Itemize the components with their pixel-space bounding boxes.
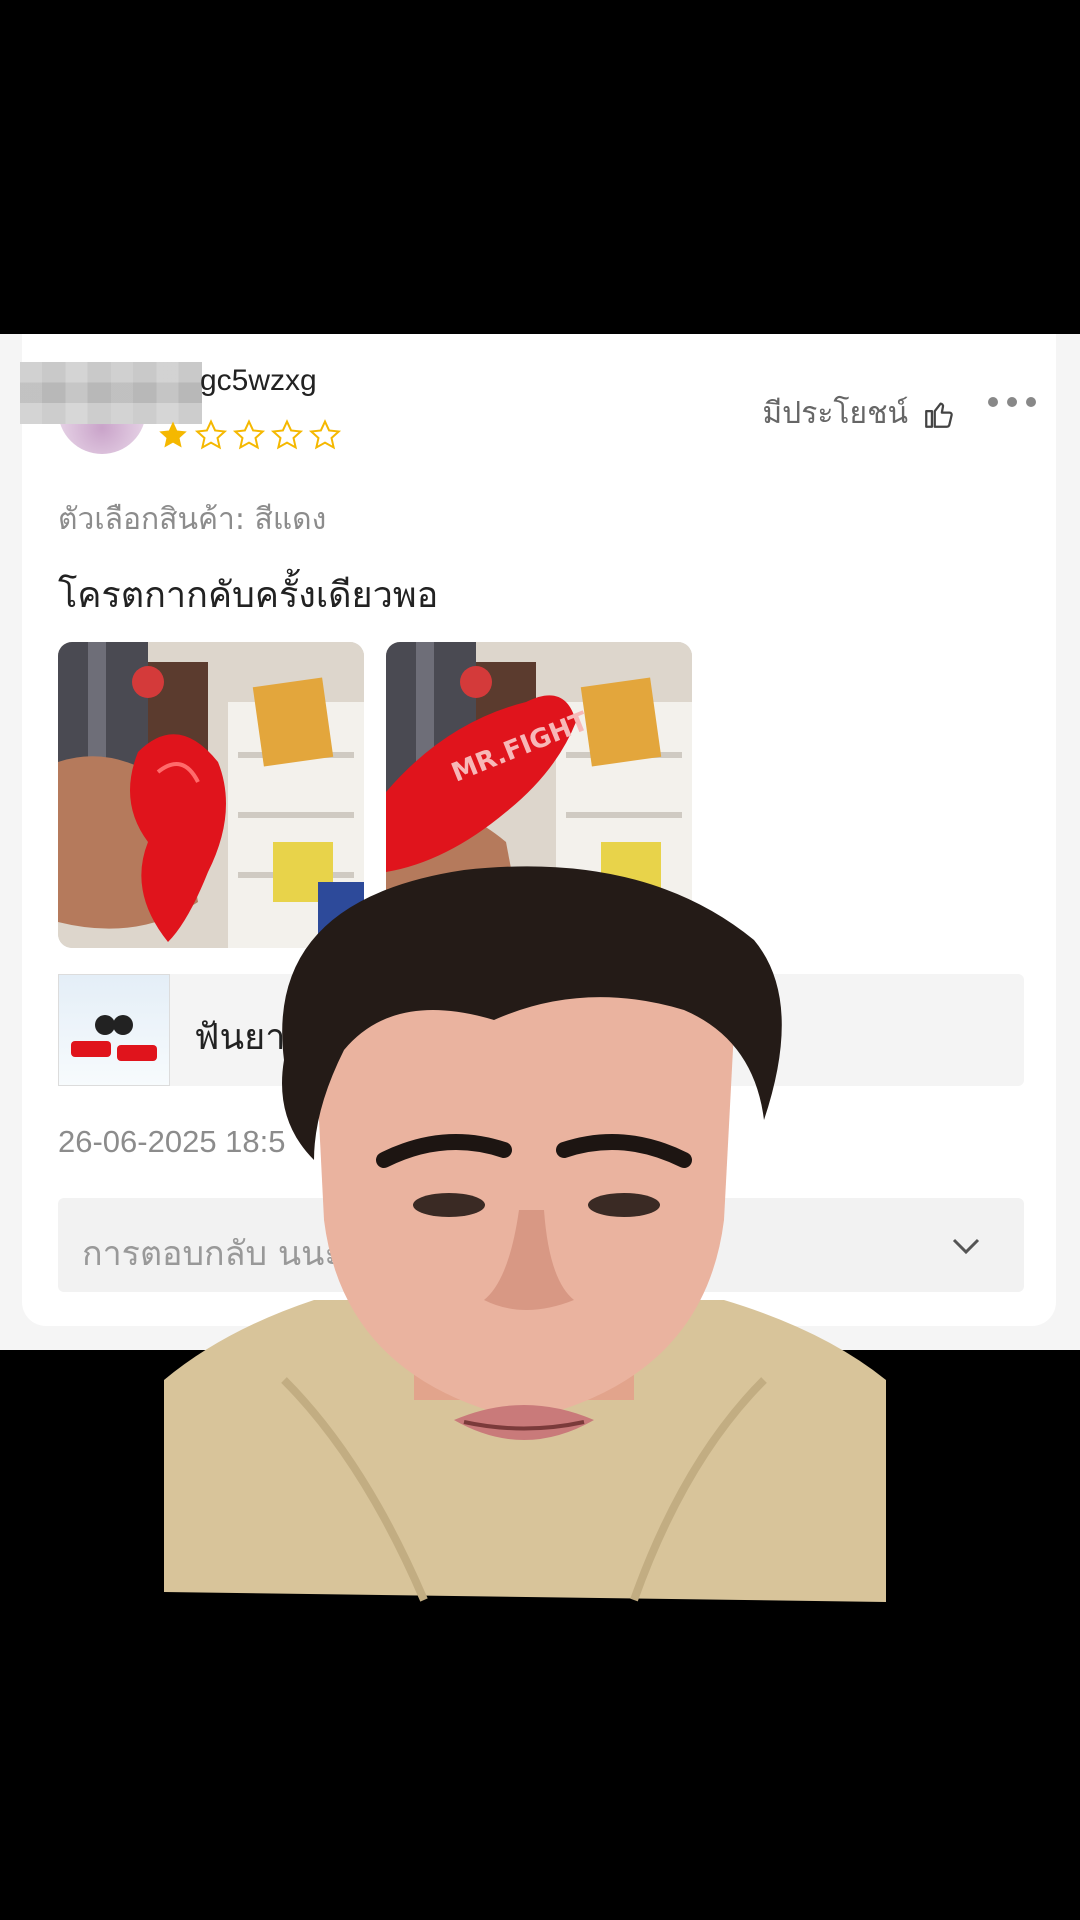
more-dots-icon[interactable] [988, 394, 1036, 410]
chevron-down-icon [952, 1238, 980, 1255]
video-frame: gc5wzxg มีประโยชน์ ตัวเลือกสินค้า: สีแดง… [0, 0, 1080, 1920]
product-thumbnail [58, 974, 170, 1086]
thumbs-up-icon [925, 402, 953, 428]
rating-stars [156, 418, 342, 452]
presenter-overlay [164, 866, 886, 1602]
helpful-label: มีประโยชน์ [762, 396, 908, 431]
review-comment: โครตกากคับครั้งเดียวพอ [58, 575, 439, 616]
star-outline-icon [270, 419, 304, 450]
helpful-button[interactable]: มีประโยชน์ [762, 390, 956, 437]
star-outline-icon [232, 419, 266, 450]
reviewer-username: gc5wzxg [200, 364, 317, 397]
star-outline-icon [194, 419, 228, 450]
star-filled-icon [159, 421, 187, 448]
censor-mosaic [20, 362, 202, 424]
star-outline-icon [308, 419, 342, 450]
variant-label: ตัวเลือกสินค้า: สีแดง [58, 502, 327, 537]
